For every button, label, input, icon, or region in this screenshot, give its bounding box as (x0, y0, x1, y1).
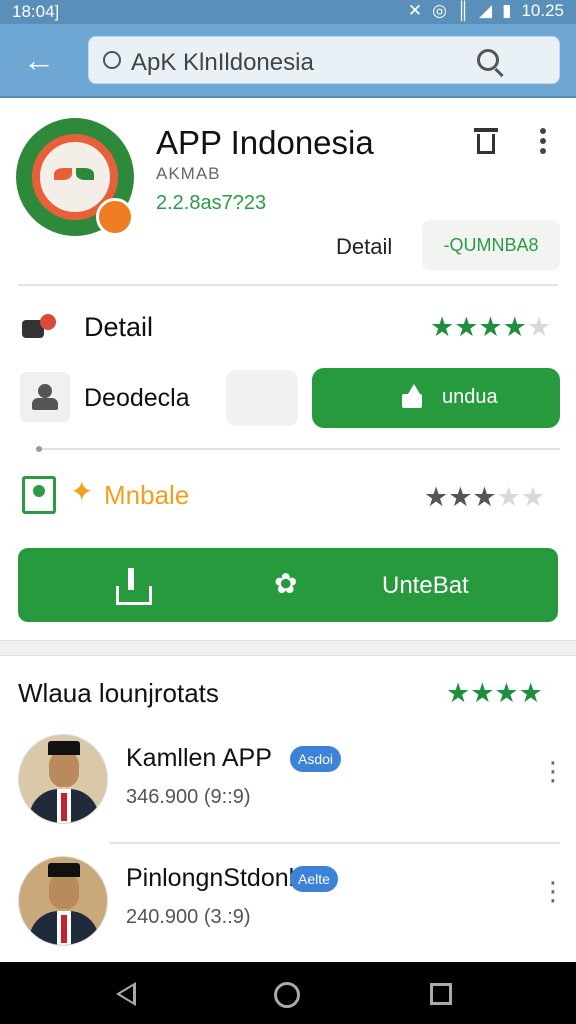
download-icon (398, 384, 424, 410)
download-button[interactable]: undua (312, 368, 560, 428)
battery-icon: ▮ (502, 1, 512, 20)
detail-link[interactable]: Detail (336, 234, 392, 260)
image-icon (22, 476, 56, 514)
list-item-badge: Aelte (290, 866, 338, 892)
secondary-button[interactable] (226, 370, 298, 426)
system-nav-bar (0, 962, 576, 1024)
status-clock: 10.25 (521, 1, 564, 20)
app-bar: ← ApK KlnIldonesia (0, 24, 576, 98)
app-version: 2.2.8as7?23 (156, 192, 267, 214)
alarm-icon: ◎ (432, 1, 447, 20)
app-logo (16, 118, 134, 236)
mobile-rating-stars: ★★★★★ (424, 482, 546, 512)
list-item-badge: Asdoi (290, 746, 342, 772)
back-arrow-icon[interactable]: ← (22, 44, 56, 78)
search-field[interactable]: ApK KlnIldonesia (88, 36, 560, 84)
person-icon (20, 372, 70, 422)
mobile-label: Mnbale (104, 480, 190, 510)
handshake-icon: ✿ (274, 568, 298, 599)
more-vert-icon[interactable] (540, 128, 548, 156)
app-developer: AKMAB (156, 164, 221, 183)
nav-back-icon[interactable] (116, 982, 136, 1006)
vibrate-icon: ║ (456, 1, 470, 20)
avatar (18, 856, 108, 946)
more-vert-icon[interactable]: ⋮ (540, 876, 566, 906)
logo-leaf-right (76, 168, 94, 180)
download-arrow-icon (116, 568, 152, 605)
section-separator (0, 640, 576, 656)
trash-icon[interactable] (474, 128, 498, 154)
status-bar: 18:04] ✕ ◎ ║ ◢ ▮ 10.25 (0, 0, 576, 24)
download-button-label: undua (442, 386, 498, 408)
status-time: 18:04] (12, 2, 60, 21)
logo-leaf-left (54, 168, 72, 180)
detail-rating-stars: ★★★★★ (430, 312, 552, 342)
more-vert-icon[interactable]: ⋮ (540, 756, 566, 786)
list-item-meta: 346.900 (9::9) (126, 786, 251, 808)
install-chip[interactable]: -QUMNBA8 (422, 220, 560, 270)
divider (110, 842, 560, 844)
section-rating-stars: ★★★★ (446, 678, 543, 708)
spark-icon: ✦ (70, 476, 94, 507)
signal-icon: ◢ (479, 1, 493, 20)
search-input[interactable]: ApK KlnIldonesia (131, 49, 314, 77)
search-hint-icon (103, 51, 121, 69)
app-title: APP Indonesia (156, 124, 374, 161)
divider (36, 446, 560, 452)
update-button[interactable]: ✿ UnteBat (18, 548, 558, 622)
tools-icon (18, 306, 60, 348)
bluetooth-off-icon: ✕ (407, 1, 423, 20)
nav-recents-icon[interactable] (430, 983, 452, 1005)
logo-badge (96, 198, 134, 236)
update-button-label: UnteBat (382, 572, 469, 599)
detail-row-label: Detail (84, 312, 154, 342)
list-item-meta: 240.900 (3.:9) (126, 906, 251, 928)
section-title: Wlaua lounjrotats (18, 678, 219, 708)
divider (18, 284, 558, 286)
list-item-name[interactable]: PinlongnStdonl (126, 864, 294, 893)
app-card: APP Indonesia AKMAB 2.2.8as7?23 Detail -… (0, 100, 576, 284)
dependency-label: Deodecla (84, 384, 190, 412)
status-icons: ✕ ◎ ║ ◢ ▮ 10.25 (408, 1, 564, 21)
avatar (18, 734, 108, 824)
list-item-name[interactable]: Kamllen APP (126, 744, 272, 773)
nav-home-icon[interactable] (274, 982, 300, 1008)
search-icon[interactable] (477, 49, 499, 71)
